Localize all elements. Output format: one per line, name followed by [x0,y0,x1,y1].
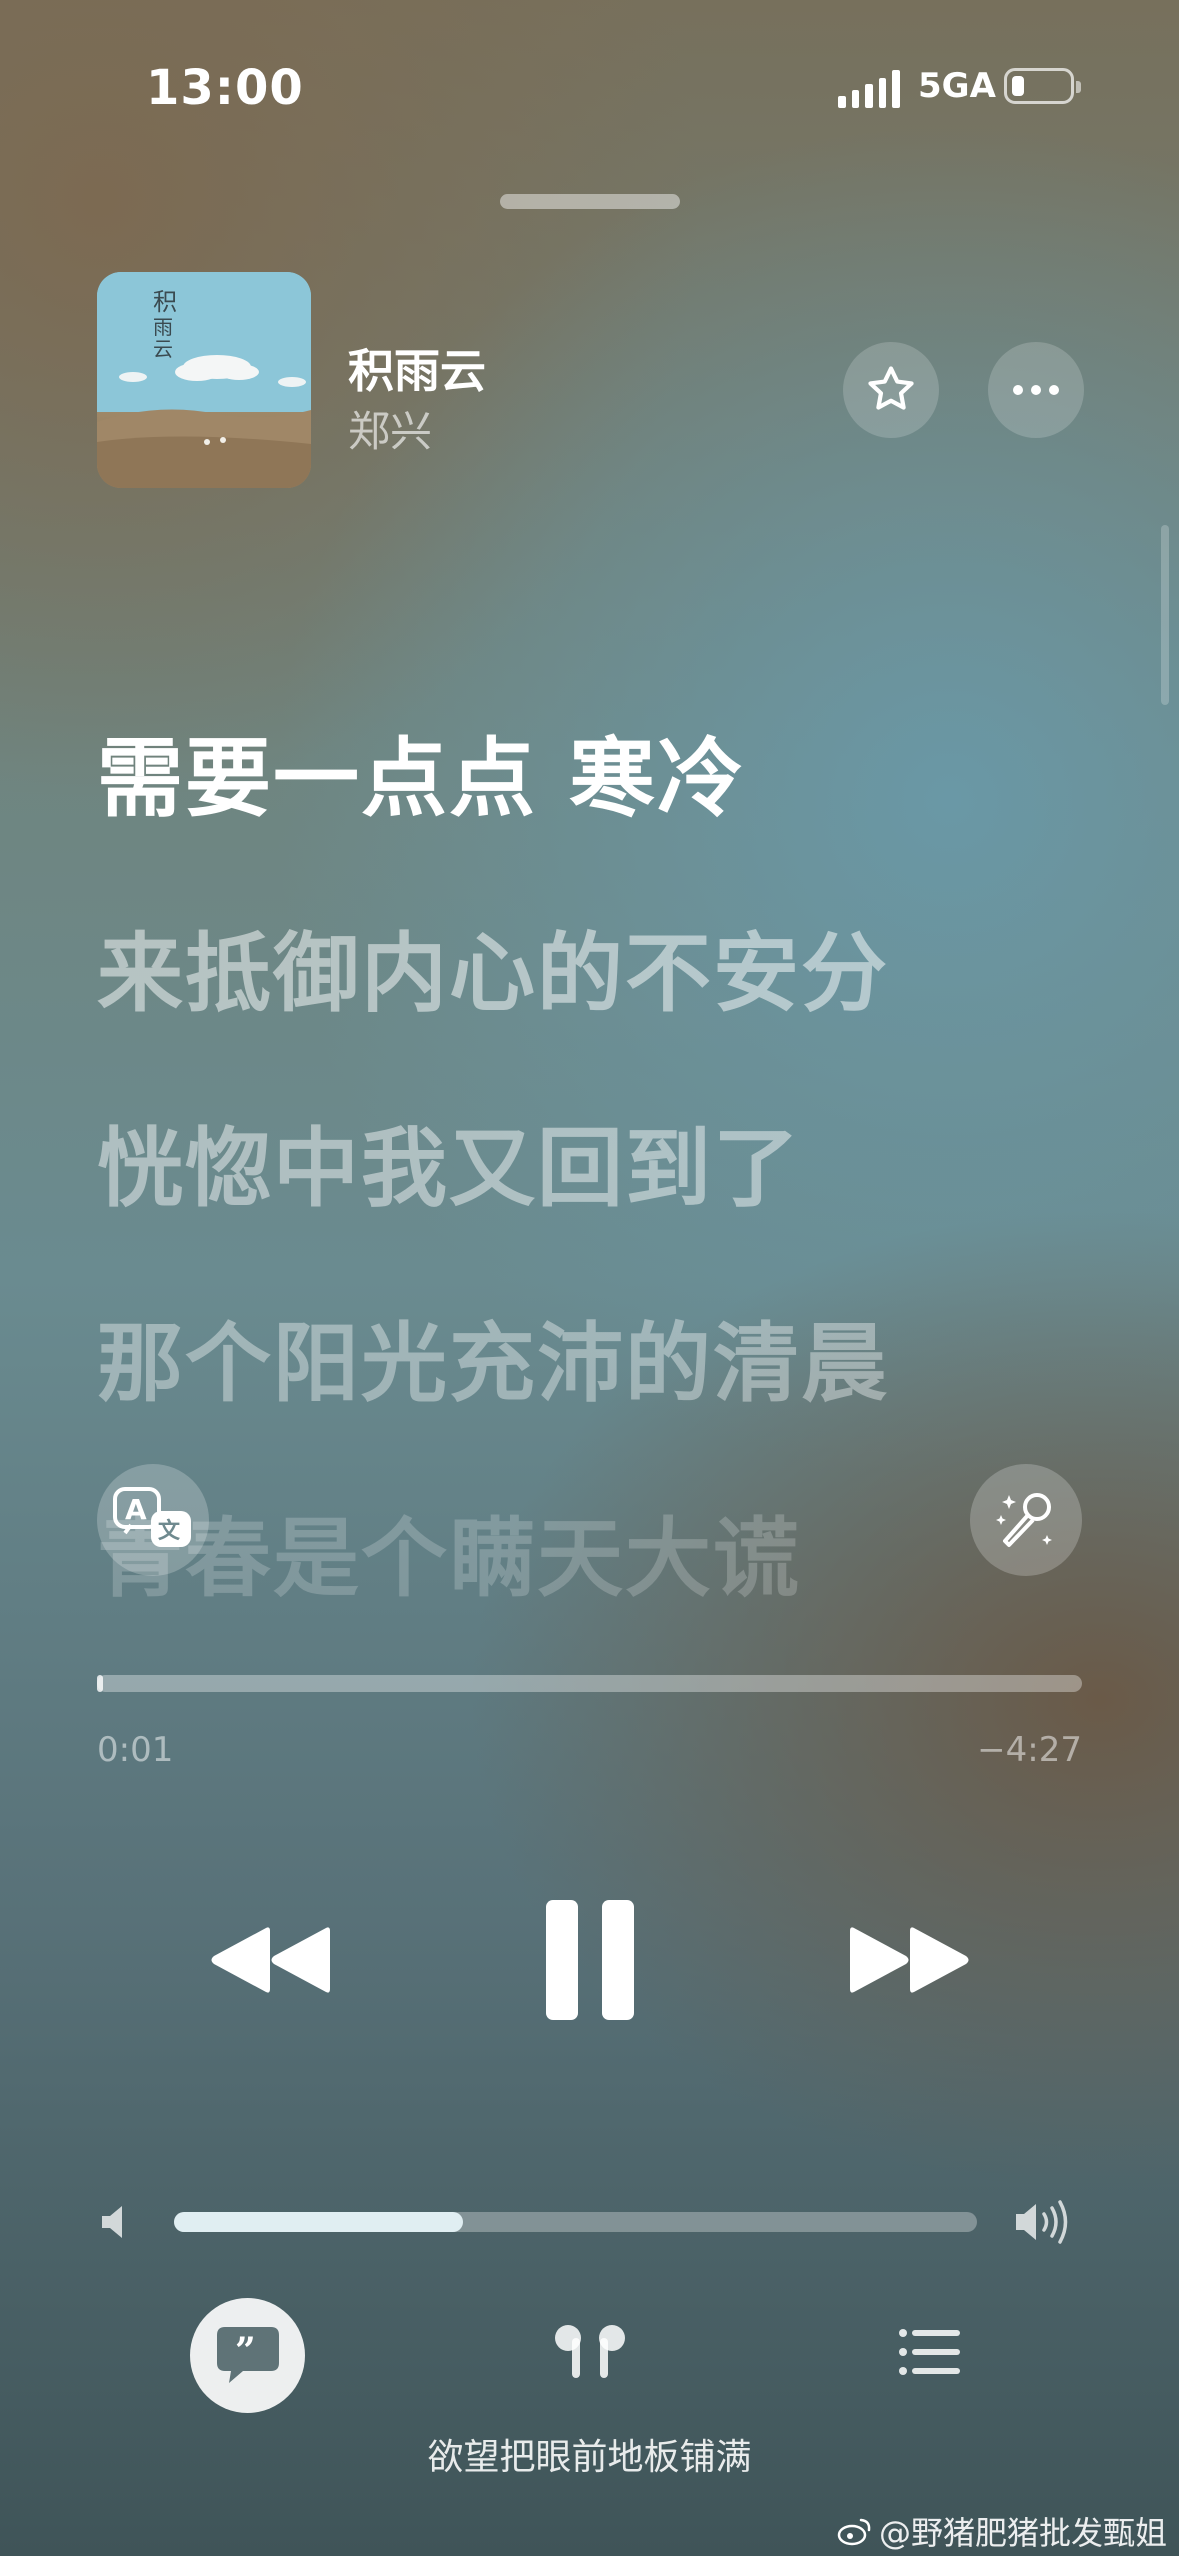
ellipsis-icon [1013,385,1059,395]
fast-forward-icon [850,1927,969,1993]
lyric-line[interactable]: 那个阳光充沛的清晨 [97,1293,889,1418]
signal-strength-icon [838,68,900,108]
svg-text:”: ” [235,2330,256,2372]
lyric-line[interactable]: 恍惚中我又回到了 [97,1098,801,1223]
microphone-sparkle-icon [996,1493,1052,1547]
song-artist[interactable]: 郑兴 [348,398,432,459]
network-type: 5GA [918,66,996,106]
lyric-line-current[interactable]: 需要一点点 寒冷 [97,708,745,833]
lyrics-quote-icon: ” [216,2326,279,2383]
remaining-time: −4:27 [977,1730,1082,1770]
scroll-indicator[interactable] [1161,525,1169,705]
translate-icon: A 文 [113,1487,191,1547]
airplay-button[interactable] [548,2322,632,2386]
rewind-icon [211,1927,330,1993]
airpods-icon [555,2325,625,2378]
album-art[interactable]: 积 雨 云 [97,272,311,488]
battery-icon [1004,68,1081,104]
elapsed-time: 0:01 [97,1730,174,1770]
more-button[interactable] [988,342,1084,438]
svg-text:积: 积 [153,288,177,316]
album-art-image: 积 雨 云 [97,272,311,488]
queue-button[interactable] [898,2328,962,2380]
fast-forward-button[interactable] [845,1915,975,2005]
translate-button[interactable]: A 文 [97,1464,209,1576]
sheet-grabber[interactable] [500,194,680,209]
playback-scrubber[interactable] [97,1675,1082,1692]
sing-button[interactable] [970,1464,1082,1576]
watermark-text: @野猪肥猪批发甄姐 [878,2514,1167,2552]
song-title[interactable]: 积雨云 [348,335,486,401]
svg-text:文: 文 [158,1518,181,1544]
watermark: @野猪肥猪批发甄姐 [837,2508,1167,2554]
rewind-button[interactable] [205,1915,335,2005]
lyric-line[interactable]: 来抵御内心的不安分 [97,903,889,1028]
volume-slider[interactable] [174,2212,977,2232]
output-caption: 欲望把眼前地板铺满 [427,2437,752,2478]
status-time: 13:00 [146,60,304,116]
svg-text:A: A [125,1493,147,1526]
volume-low-icon [98,2202,132,2246]
star-icon [868,366,914,410]
weibo-icon [837,2518,871,2546]
playback-progress-fill [97,1675,103,1692]
pause-button[interactable] [530,1895,650,2025]
svg-text:雨: 雨 [153,315,173,339]
svg-text:云: 云 [153,337,173,361]
favorite-button[interactable] [843,342,939,438]
pause-icon [546,1900,634,2020]
lyrics-button[interactable]: ” [190,2298,305,2413]
volume-high-icon [1012,2196,1074,2252]
volume-level-fill [174,2212,464,2232]
queue-list-icon [899,2329,960,2375]
